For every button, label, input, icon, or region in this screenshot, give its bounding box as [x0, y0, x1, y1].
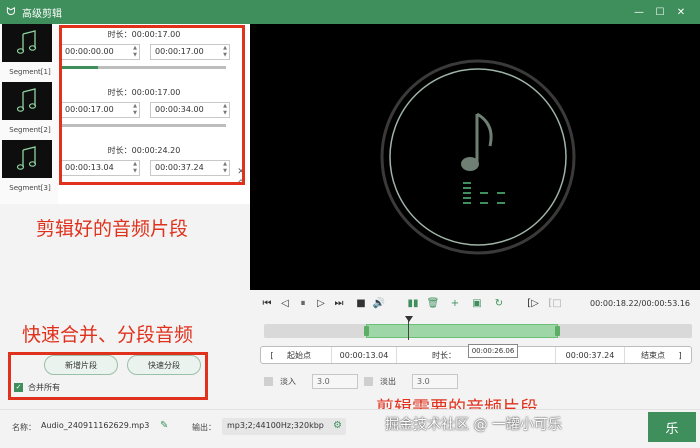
output-format-field[interactable]: mp3;2;44100Hz;320kbp [222, 418, 346, 435]
file-name-field[interactable]: Audio_240911162629.mp3 [36, 418, 164, 435]
settings-gear-icon[interactable]: ⚙ [333, 420, 342, 431]
fade-in-label: 淡入 [280, 377, 296, 386]
rabbit-logo-icon: ᗢ [6, 5, 16, 18]
pause-icon[interactable]: ⏸ [296, 296, 310, 310]
minimize-icon[interactable]: — [630, 3, 648, 21]
annotation-merge: 快速合并、分段音频 [22, 324, 194, 346]
segment-thumbnail[interactable] [2, 24, 52, 62]
timeline-selection[interactable] [366, 324, 558, 338]
add-icon[interactable]: + [448, 296, 462, 310]
segment-thumbnail[interactable] [2, 82, 52, 120]
set-end-button[interactable]: 结束点 [633, 347, 673, 363]
audio-visual [380, 59, 576, 255]
annotation-segments: 剪辑好的音频片段 [36, 218, 189, 240]
window-title: 高级剪辑 [22, 8, 62, 20]
split-icon[interactable]: ▮▮ [406, 296, 420, 310]
skip-end-icon[interactable]: ⏭ [332, 296, 346, 310]
music-note-icon [16, 30, 37, 54]
copy-icon[interactable]: ▣ [470, 296, 484, 310]
time-display: 00:00:18.22/00:00:53.16 [590, 299, 690, 308]
fade-out-label: 淡出 [380, 377, 396, 386]
delete-icon[interactable]: 🗑 [426, 296, 440, 310]
timeline-end-handle[interactable] [555, 326, 560, 336]
range-bracket-left: [ [270, 350, 274, 360]
maximize-icon[interactable]: ☐ [651, 3, 669, 21]
range-bracket-right: ] [678, 350, 682, 360]
close-icon[interactable]: ✕ [672, 3, 690, 21]
step-forward-icon[interactable]: ▷ [314, 296, 328, 310]
timeline-track[interactable] [264, 316, 692, 340]
title-bar: ᗢ 高级剪辑 — ☐ ✕ [0, 0, 700, 24]
fade-out-checkbox[interactable] [364, 377, 373, 386]
volume-icon[interactable]: 🔊 [372, 296, 386, 310]
segment-thumb-label: Segment[2] [9, 126, 51, 134]
mark-in-icon[interactable]: [▷ [526, 296, 540, 310]
stop-icon[interactable]: ■ [354, 296, 368, 310]
playhead-marker-icon[interactable] [405, 316, 413, 322]
playback-controls: ⏮ ◁ ⏸ ▷ ⏭ ■ 🔊 ▮▮ 🗑 + ▣ ↻ [▷ [□ 00:00:18.… [250, 290, 700, 409]
output-label: 输出： [192, 423, 216, 432]
watermark: 掘金技术社区 @ 一罐小可乐 [385, 417, 562, 433]
segment-thumb-label: Segment[3] [9, 184, 51, 192]
duration-label: 时长： [432, 350, 456, 360]
fade-in-input[interactable]: 3.0 [312, 374, 358, 389]
time-tooltip: 00:00:26.06 [468, 344, 518, 358]
music-note-icon [16, 146, 37, 170]
end-time-input[interactable]: 00:00:37.24 [555, 347, 625, 363]
segment-thumbnail[interactable] [2, 140, 52, 178]
name-label: 名称： [12, 423, 36, 432]
highlight-merge [8, 352, 208, 400]
set-start-button[interactable]: 起始点 [279, 347, 319, 363]
convert-button[interactable]: 乐 [648, 412, 696, 442]
skip-start-icon[interactable]: ⏮ [260, 296, 274, 310]
reset-icon[interactable]: ↻ [492, 296, 506, 310]
step-back-icon[interactable]: ◁ [278, 296, 292, 310]
segment-thumb-label: Segment[1] [9, 68, 51, 76]
fade-out-input[interactable]: 3.0 [412, 374, 458, 389]
audio-preview [250, 24, 700, 290]
segment-thumbnail-list: Segment[1] Segment[2] Segment[3] [0, 24, 58, 204]
bottom-bar: 名称： Audio_240911162629.mp3 ✎ 输出： mp3;2;4… [0, 409, 700, 448]
mark-out-icon[interactable]: [□ [548, 296, 562, 310]
edit-pencil-icon[interactable]: ✎ [160, 420, 168, 431]
fade-in-checkbox[interactable] [264, 377, 273, 386]
timeline-start-handle[interactable] [364, 326, 369, 336]
highlight-segments [59, 25, 245, 185]
music-note-icon [16, 88, 37, 112]
start-time-input[interactable]: 00:00:13.04 [331, 347, 397, 363]
